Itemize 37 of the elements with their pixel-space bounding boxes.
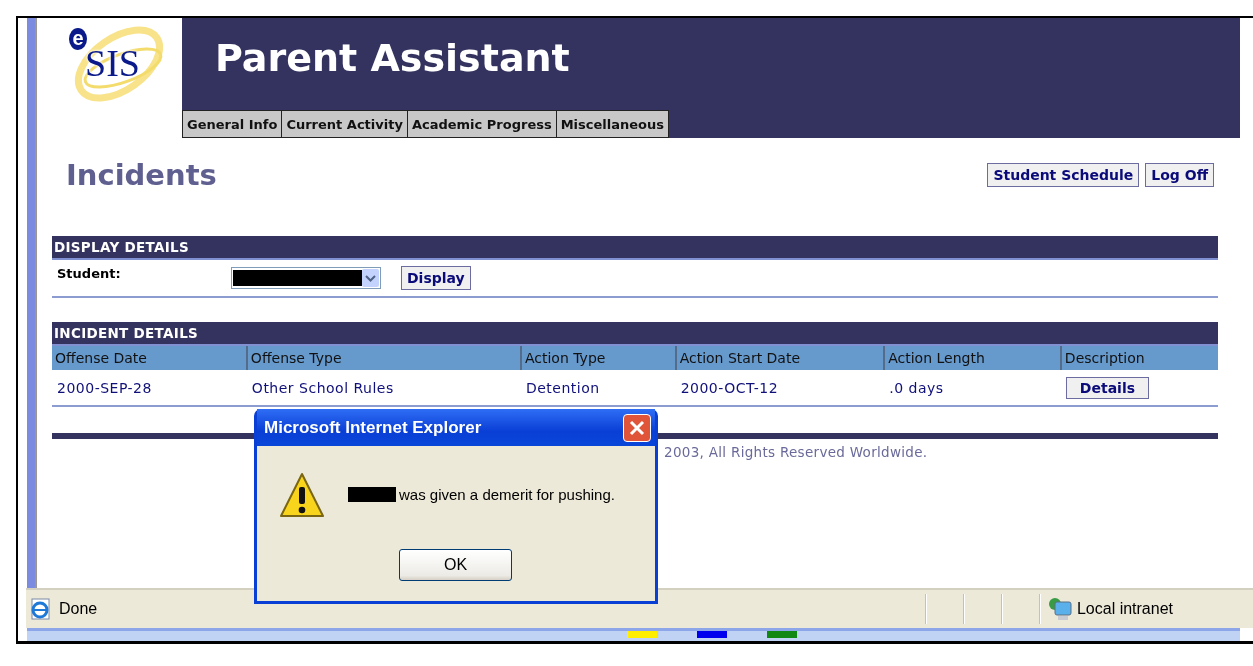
redaction-mark <box>348 487 396 502</box>
section-header: INCIDENT DETAILS <box>52 322 1218 346</box>
nav-tab[interactable]: Current Activity <box>281 110 407 138</box>
column-header: Action Type <box>520 346 676 370</box>
close-button[interactable] <box>623 413 651 442</box>
logo-mark: e <box>69 28 87 50</box>
table-cell: Detention <box>520 370 676 406</box>
nav-tab[interactable]: General Info <box>182 110 282 138</box>
column-header: Action Length <box>884 346 1061 370</box>
computer-globe-icon <box>1046 596 1073 622</box>
dialog-message: was given a demerit for pushing. <box>399 486 615 503</box>
student-label: Student: <box>56 266 122 281</box>
status-text: Done <box>59 600 98 618</box>
display-button[interactable]: Display <box>401 266 471 290</box>
schedule-button[interactable]: Student Schedule <box>987 163 1140 187</box>
page-title: Incidents <box>66 158 217 192</box>
student-dropdown[interactable] <box>231 267 381 289</box>
dialog-title: Microsoft Internet Explorer <box>264 417 482 438</box>
ok-button[interactable]: OK <box>399 549 512 581</box>
column-header: Description <box>1060 346 1218 370</box>
section-header: DISPLAY DETAILS <box>52 236 1218 260</box>
zone-text: Local intranet <box>1076 600 1173 618</box>
nav-tab[interactable]: Miscellaneous <box>555 110 670 138</box>
page-icon <box>29 597 53 621</box>
table-cell: 2000-OCT-12 <box>675 370 885 406</box>
details-button[interactable]: Details <box>1065 377 1150 399</box>
copyright-text: 2003, All Rights Reserved Worldwide. <box>663 444 929 460</box>
log-off-button[interactable]: Log Off <box>1145 163 1214 187</box>
app-title: Parent Assistant <box>215 36 571 80</box>
table-cell: Other School Rules <box>246 370 521 406</box>
column-header: Offense Date <box>52 346 247 370</box>
column-header: Offense Type <box>246 346 521 370</box>
nav-tab[interactable]: Academic Progress <box>406 110 556 138</box>
table-cell: 2000-SEP-28 <box>52 370 247 406</box>
close-icon <box>629 419 645 436</box>
table-cell: .0 days <box>884 370 1061 406</box>
column-header: Action Start Date <box>675 346 885 370</box>
